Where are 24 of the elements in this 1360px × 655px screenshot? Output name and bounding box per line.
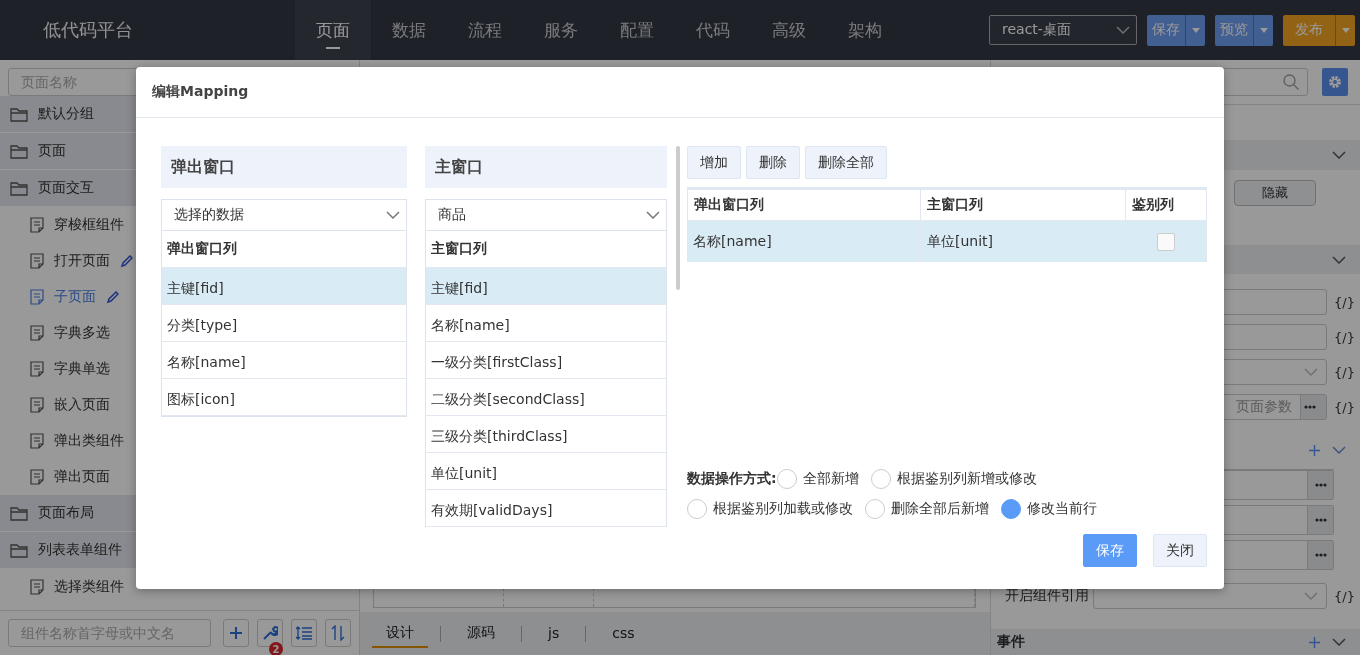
panel-heading: 弹出窗口 <box>161 146 407 188</box>
panel-heading: 主窗口 <box>425 146 667 188</box>
dialog-title: 编辑Mapping <box>152 83 249 101</box>
page-label: 嵌入页面 <box>54 396 110 414</box>
table-cell: 单位[unit] <box>921 221 1126 262</box>
folder-label: 页面 <box>38 142 66 160</box>
section-title: 事件 <box>996 633 1025 652</box>
page-label: 穿梭框组件 <box>54 216 124 234</box>
table-cell: 名称[name] <box>687 221 921 262</box>
page-label: 弹出页面 <box>54 468 110 486</box>
page-label: 打开页面 <box>54 252 110 270</box>
folder-label: 列表表单组件 <box>38 541 122 559</box>
field-label: 数据操作方式: <box>687 469 777 488</box>
folder-label: 页面布局 <box>38 504 94 522</box>
app-logo: 低代码平台 <box>42 18 134 42</box>
page-label: 弹出类组件 <box>54 432 124 450</box>
folder-label: 页面交互 <box>38 179 94 197</box>
count-badge: 2 <box>269 642 283 655</box>
folder-label: 默认分组 <box>38 105 94 123</box>
field-label: 开启组件引用 <box>1005 587 1090 606</box>
page-label: 子页面 <box>54 288 96 306</box>
page-label: 选择类组件 <box>54 578 124 596</box>
page-label: 字典多选 <box>54 324 110 342</box>
page-label: 字典单选 <box>54 360 110 378</box>
